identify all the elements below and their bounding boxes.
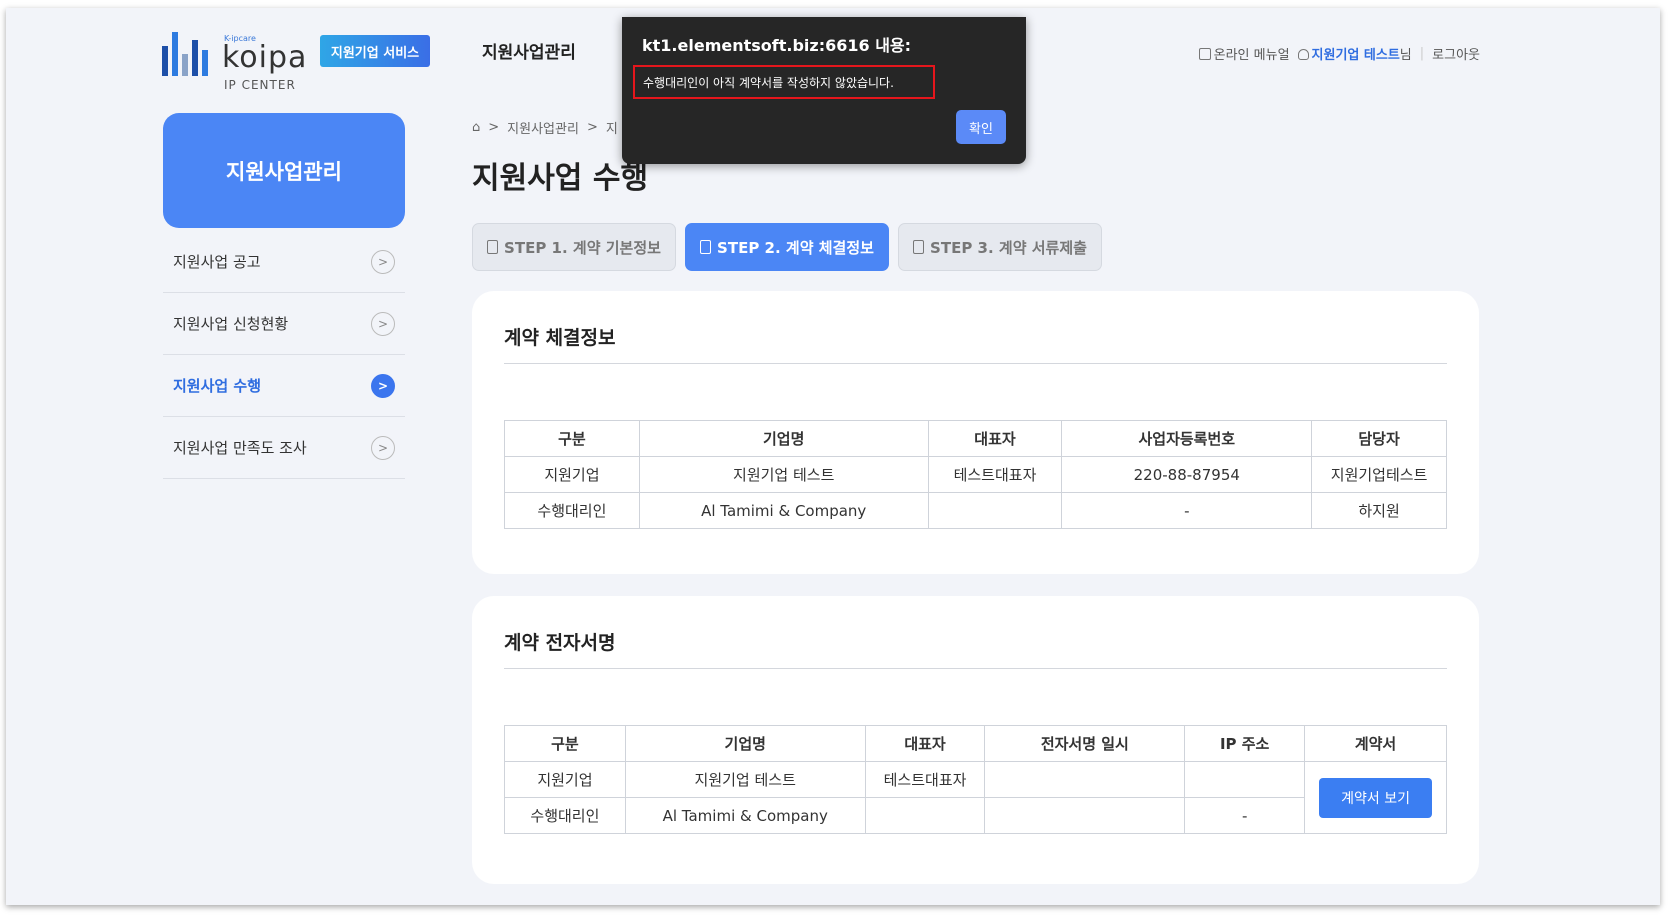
section-title: 계약 전자서명	[504, 632, 616, 654]
tab-step-2[interactable]: STEP 2. 계약 체결정보	[685, 223, 889, 271]
user-info[interactable]: 지원기업 테스트님	[1297, 44, 1412, 63]
table-cell	[1184, 761, 1306, 798]
logout-link[interactable]: 로그아웃	[1432, 44, 1480, 63]
tab-label: STEP 1. 계약 기본정보	[504, 238, 661, 257]
dialog-message-text: 수행대리인이 아직 계약서를 작성하지 않았습니다.	[643, 75, 894, 90]
table-cell: 지원기업	[504, 761, 626, 798]
table-cell	[927, 492, 1063, 529]
table-cell: 지원기업테스트	[1311, 456, 1447, 493]
table-cell: 수행대리인	[504, 797, 626, 834]
esign-table: 구분 기업명 대표자 전자서명 일시 IP 주소 계약서 지원기업 지원기업 테…	[504, 725, 1447, 834]
sidebar-menu: 지원사업 공고 > 지원사업 신청현황 > 지원사업 수행 > 지원사업 만족도 조사…	[163, 231, 405, 479]
alert-dialog: kt1.elementsoft.biz:6616 내용: 수행대리인이 아직 계…	[622, 17, 1026, 164]
table-cell: 220-88-87954	[1061, 456, 1313, 493]
sidebar-item-notice[interactable]: 지원사업 공고 >	[163, 231, 405, 293]
chevron-right-icon: >	[371, 435, 395, 460]
logo-word: koipa	[222, 40, 308, 75]
table-cell	[984, 797, 1186, 834]
dialog-message: 수행대리인이 아직 계약서를 작성하지 않았습니다.	[633, 65, 935, 99]
document-icon	[487, 240, 499, 254]
table-cell: 계약서 보기	[1304, 761, 1447, 834]
logo-sub: IP CENTER	[224, 78, 296, 92]
table-cell: 하지원	[1311, 492, 1447, 529]
table-cell: Al Tamimi & Company	[624, 797, 866, 834]
breadcrumb-item[interactable]: 지	[606, 118, 618, 137]
home-icon[interactable]: ⌂	[472, 120, 480, 135]
dialog-title: kt1.elementsoft.biz:6616 내용:	[642, 36, 912, 55]
sidebar-item-application-status[interactable]: 지원사업 신청현황 >	[163, 293, 405, 355]
divider: |	[1419, 46, 1425, 61]
gnb-item-support-management[interactable]: 지원사업관리	[482, 38, 576, 63]
table-header-row: 구분 기업명 대표자 전자서명 일시 IP 주소 계약서	[504, 725, 1447, 762]
sidebar-item-label: 지원사업 수행	[173, 377, 262, 395]
breadcrumb-separator: >	[488, 120, 500, 135]
user-name: 지원기업 테스트	[1311, 48, 1400, 63]
user-icon	[1297, 49, 1309, 60]
table-cell: -	[1061, 492, 1313, 529]
contract-info-card: 계약 체결정보 구분 기업명 대표자 사업자등록번호 담당자 지원기업 지원기업…	[472, 291, 1479, 574]
ok-button[interactable]: 확인	[956, 110, 1006, 144]
chevron-right-icon: >	[371, 311, 395, 336]
utility-menu: 온라인 메뉴얼 지원기업 테스트님 | 로그아웃	[1198, 44, 1480, 63]
table-cell: 테스트대표자	[864, 761, 986, 798]
clipboard-icon	[913, 240, 925, 254]
esign-card: 계약 전자서명 구분 기업명 대표자 전자서명 일시 IP 주소 계약서 지원기…	[472, 596, 1479, 884]
tab-step-1[interactable]: STEP 1. 계약 기본정보	[472, 223, 676, 271]
tab-label: STEP 3. 계약 서류제출	[930, 238, 1087, 257]
table-row: 수행대리인 Al Tamimi & Company - 하지원	[504, 492, 1447, 529]
column-header: 대표자	[864, 725, 986, 762]
column-header: 대표자	[927, 420, 1063, 457]
divider	[504, 363, 1447, 364]
breadcrumb-item[interactable]: 지원사업관리	[507, 118, 579, 137]
column-header: 기업명	[624, 725, 866, 762]
chevron-right-icon: >	[371, 249, 395, 274]
column-header: 담당자	[1311, 420, 1447, 457]
column-header: 전자서명 일시	[984, 725, 1186, 762]
online-manual-link[interactable]: 온라인 메뉴얼	[1198, 44, 1290, 63]
sidebar-item-label: 지원사업 만족도 조사	[173, 439, 307, 457]
sidebar-item-execution[interactable]: 지원사업 수행 >	[163, 355, 405, 417]
table-row: 지원기업 지원기업 테스트 테스트대표자 계약서 보기	[504, 761, 1447, 834]
table-row: 지원기업 지원기업 테스트 테스트대표자 220-88-87954 지원기업테스…	[504, 456, 1447, 493]
table-cell: Al Tamimi & Company	[638, 492, 929, 529]
service-badge[interactable]: 지원기업 서비스	[320, 35, 430, 67]
breadcrumb-separator: >	[586, 120, 598, 135]
table-cell: 지원기업 테스트	[638, 456, 929, 493]
sidebar-item-label: 지원사업 신청현황	[173, 315, 289, 333]
table-header-row: 구분 기업명 대표자 사업자등록번호 담당자	[504, 420, 1447, 457]
column-header: 기업명	[638, 420, 929, 457]
column-header: 계약서	[1304, 725, 1447, 762]
page-title: 지원사업 수행	[472, 161, 649, 196]
clipboard-icon	[700, 240, 712, 254]
tab-step-3[interactable]: STEP 3. 계약 서류제출	[898, 223, 1102, 271]
column-header: 구분	[504, 725, 626, 762]
sidebar-title: 지원사업관리	[163, 113, 405, 228]
step-tabs: STEP 1. 계약 기본정보 STEP 2. 계약 체결정보 STEP 3. …	[472, 223, 1102, 271]
column-header: IP 주소	[1184, 725, 1306, 762]
column-header: 사업자등록번호	[1061, 420, 1313, 457]
column-header: 구분	[504, 420, 640, 457]
table-cell: 지원기업	[504, 456, 640, 493]
table-cell: 테스트대표자	[927, 456, 1063, 493]
table-cell: 수행대리인	[504, 492, 640, 529]
sidebar-item-label: 지원사업 공고	[173, 253, 261, 271]
table-cell: -	[1184, 797, 1306, 834]
online-manual-label: 온라인 메뉴얼	[1213, 48, 1290, 63]
table-cell	[984, 761, 1186, 798]
user-suffix: 님	[1399, 48, 1412, 63]
browser-page: K-ipcare koipa IP CENTER 지원기업 서비스 지원사업관리…	[6, 8, 1660, 905]
chevron-right-icon: >	[371, 373, 395, 398]
document-icon	[1198, 48, 1211, 60]
sidebar-item-satisfaction-survey[interactable]: 지원사업 만족도 조사 >	[163, 417, 405, 479]
koipa-logo[interactable]: K-ipcare koipa IP CENTER	[162, 28, 312, 92]
table-cell: 지원기업 테스트	[624, 761, 866, 798]
section-title: 계약 체결정보	[504, 327, 616, 349]
breadcrumb: ⌂ > 지원사업관리 > 지	[472, 118, 618, 137]
contract-info-table: 구분 기업명 대표자 사업자등록번호 담당자 지원기업 지원기업 테스트 테스트…	[504, 420, 1447, 529]
tab-label: STEP 2. 계약 체결정보	[717, 238, 874, 257]
view-contract-button[interactable]: 계약서 보기	[1319, 777, 1432, 818]
table-cell	[864, 797, 986, 834]
divider	[504, 668, 1447, 669]
